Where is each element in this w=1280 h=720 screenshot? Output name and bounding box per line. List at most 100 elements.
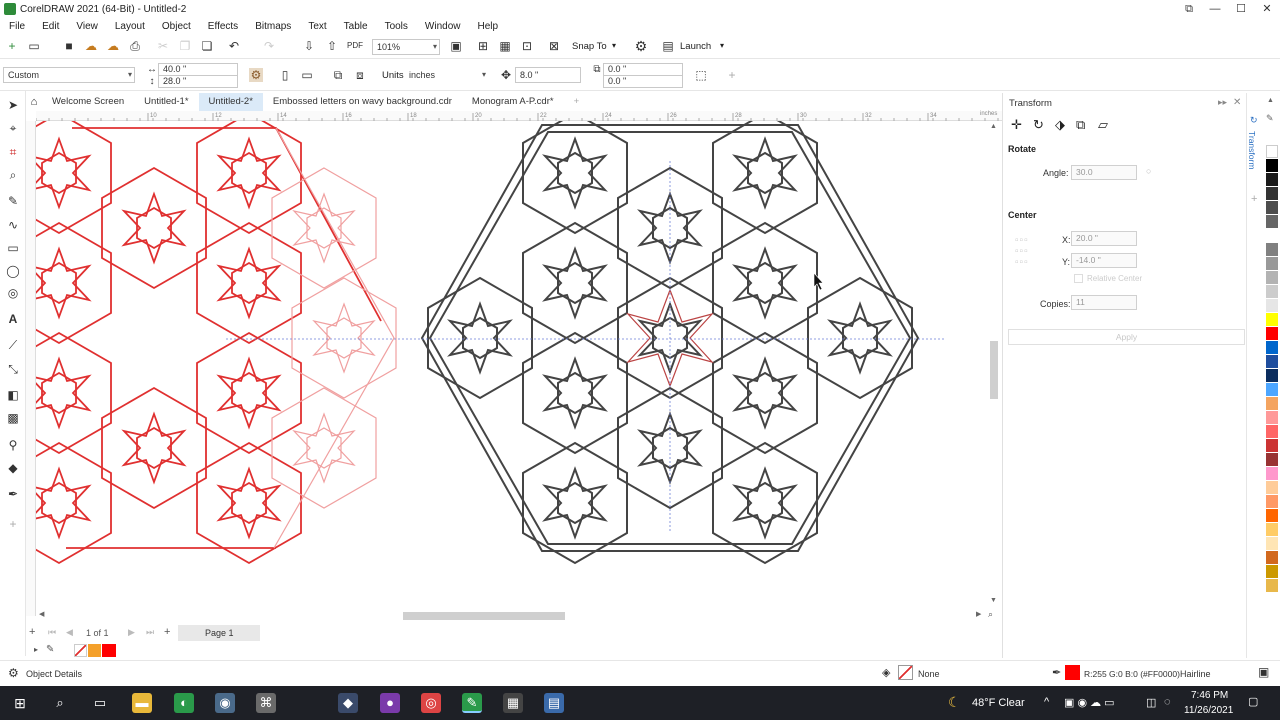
palette-swatch[interactable] [1266, 145, 1278, 158]
relative-center-checkbox[interactable] [1074, 274, 1083, 283]
ellipse-tool-icon[interactable]: ◯ [5, 263, 21, 279]
maximize-button[interactable]: ☐ [1228, 0, 1254, 18]
palette-scroll-up-icon[interactable]: ▲ [1267, 97, 1274, 104]
print-icon[interactable]: ⎙ [128, 39, 142, 53]
transform-side-tab[interactable]: Transform [1247, 131, 1257, 169]
open-folder-icon[interactable]: ▭ [27, 39, 41, 53]
zoom-tool-icon[interactable]: ⌕ [5, 167, 21, 183]
copies-field[interactable]: 11 [1071, 295, 1137, 310]
size-icon[interactable]: ⧉ [1076, 117, 1085, 133]
new-tab-icon[interactable]: + [564, 93, 590, 111]
text-tool-icon[interactable]: A [5, 311, 21, 327]
menu-tools[interactable]: Tools [376, 21, 416, 32]
rotate-icon[interactable]: ↻ [1033, 117, 1044, 133]
palette-swatch[interactable] [1266, 453, 1278, 466]
corel-photopaint-icon[interactable]: ◆ [338, 693, 358, 713]
smart-fill-icon[interactable]: ✒ [5, 486, 21, 502]
menu-help[interactable]: Help [469, 21, 507, 32]
center-y-field[interactable]: -14.0 " [1071, 253, 1137, 268]
cut-icon[interactable]: ✂ [156, 39, 170, 53]
palette-edit-icon[interactable]: ✎ [1266, 113, 1274, 124]
scale-mirror-icon[interactable]: ⬗ [1055, 117, 1065, 133]
restore-layout-button[interactable]: ⧉ [1176, 0, 1202, 18]
export-icon[interactable]: ⇧ [325, 39, 339, 53]
launch-icon[interactable]: ▤ [661, 39, 675, 53]
connector-tool-icon[interactable]: ⤡ [5, 361, 21, 377]
palette-swatch[interactable] [1266, 369, 1278, 382]
docker-close-icon[interactable]: ✕ [1233, 97, 1241, 108]
tab-embossed-letters[interactable]: Embossed letters on wavy background.cdr [263, 93, 462, 111]
import-icon[interactable]: ⇩ [302, 39, 316, 53]
paste-icon[interactable]: ❏ [200, 39, 214, 53]
scroll-right-icon[interactable]: ▶ [976, 610, 981, 618]
palette-swatch[interactable] [1266, 159, 1278, 172]
menu-view[interactable]: View [67, 21, 106, 32]
object-details-gear-icon[interactable]: ⚙ [8, 666, 19, 680]
horizontal-ruler[interactable]: 10 12 14 16 18 20 22 24 26 28 30 32 34 inches [35, 111, 1002, 121]
home-icon[interactable]: ⌂ [26, 93, 42, 111]
horizontal-scrollbar[interactable]: ◀ ▶ ⌕ [36, 609, 1000, 622]
calculator-icon[interactable]: ▤ [544, 693, 564, 713]
palette-swatch[interactable] [1266, 537, 1278, 550]
snap-icon[interactable]: ⊠ [547, 39, 561, 53]
menu-effects[interactable]: Effects [199, 21, 246, 32]
palette-swatch[interactable] [1266, 551, 1278, 564]
menu-bitmaps[interactable]: Bitmaps [246, 21, 299, 32]
chrome-icon[interactable]: ◎ [421, 693, 441, 713]
add-toolbar-icon[interactable]: + [725, 68, 739, 82]
horizontal-scroll-thumb[interactable] [403, 612, 565, 620]
undo-icon[interactable]: ↶ [227, 39, 241, 53]
coreldraw-taskbar-icon[interactable]: ◐ [174, 693, 194, 713]
nudge-distance-field[interactable]: 8.0 " [515, 67, 581, 83]
drop-shadow-tool-icon[interactable]: ◧ [5, 387, 21, 403]
show-guidelines-icon[interactable]: ⊡ [520, 39, 534, 53]
show-grid-icon[interactable]: ▦ [498, 39, 512, 53]
treat-as-filled-icon[interactable]: ⬚ [694, 68, 708, 82]
snap-to-dropdown[interactable]: Snap To [572, 41, 607, 52]
apply-button[interactable]: Apply [1008, 329, 1245, 345]
menu-object[interactable]: Object [153, 21, 199, 32]
close-button[interactable]: ✕ [1254, 0, 1280, 18]
vertical-scroll-thumb[interactable] [990, 341, 998, 399]
angle-field[interactable]: 30.0 [1071, 165, 1137, 180]
landscape-icon[interactable]: ▭ [300, 68, 314, 82]
no-color-swatch[interactable] [74, 644, 87, 657]
menu-window[interactable]: Window [416, 21, 469, 32]
angle-direction-icon[interactable]: ○ [1146, 166, 1151, 176]
copy-icon[interactable]: ❐ [178, 39, 192, 53]
drawing-canvas[interactable] [36, 121, 990, 616]
scroll-up-icon[interactable]: ▲ [990, 123, 997, 130]
menu-file[interactable]: File [0, 21, 33, 32]
weather-text[interactable]: 48°F Clear [972, 697, 1025, 709]
parallel-dimension-icon[interactable]: ⟋ [5, 337, 21, 353]
units-select[interactable]: inches ▾ [404, 67, 489, 83]
color-proof-icon[interactable]: ▣ [1258, 665, 1269, 679]
outline-color-swatch[interactable] [1065, 665, 1080, 680]
eyedropper-tool-icon[interactable]: ⚲ [5, 437, 21, 453]
search-icon[interactable]: ⌕ [50, 693, 70, 713]
palette-swatch[interactable] [1266, 439, 1278, 452]
minimize-button[interactable]: — [1202, 0, 1228, 18]
skew-icon[interactable]: ▱ [1098, 117, 1108, 133]
current-page-size-icon[interactable]: ⧈ [353, 68, 367, 82]
palette-swatch[interactable] [1266, 467, 1278, 480]
red-hex-pattern[interactable] [36, 121, 382, 564]
corel-font-manager-icon[interactable]: ◉ [215, 693, 235, 713]
zoom-level-select[interactable]: 101% ▾ [372, 39, 440, 55]
show-hidden-icons-icon[interactable]: ^ [1044, 696, 1049, 708]
menu-table[interactable]: Table [335, 21, 376, 32]
windows-start-icon[interactable]: ⊞ [10, 693, 30, 713]
palette-swatch[interactable] [1266, 495, 1278, 508]
object-details-label[interactable]: Object Details [26, 669, 82, 679]
launch-dropdown[interactable]: Launch [680, 41, 711, 52]
tab-monogram[interactable]: Monogram A-P.cdr* [462, 93, 564, 111]
palette-eyedropper-icon[interactable]: ✎ [46, 644, 54, 655]
scroll-down-icon[interactable]: ▼ [990, 597, 997, 604]
clock-time[interactable]: 7:46 PM [1191, 690, 1228, 701]
palette-swatch[interactable] [1266, 327, 1278, 340]
artistic-media-icon[interactable]: ∿ [5, 217, 21, 233]
palette-swatch[interactable] [1266, 383, 1278, 396]
redo-icon[interactable]: ↷ [262, 39, 276, 53]
design-app-icon[interactable]: ● [380, 693, 400, 713]
import-cloud-icon[interactable]: ☁ [84, 39, 98, 53]
